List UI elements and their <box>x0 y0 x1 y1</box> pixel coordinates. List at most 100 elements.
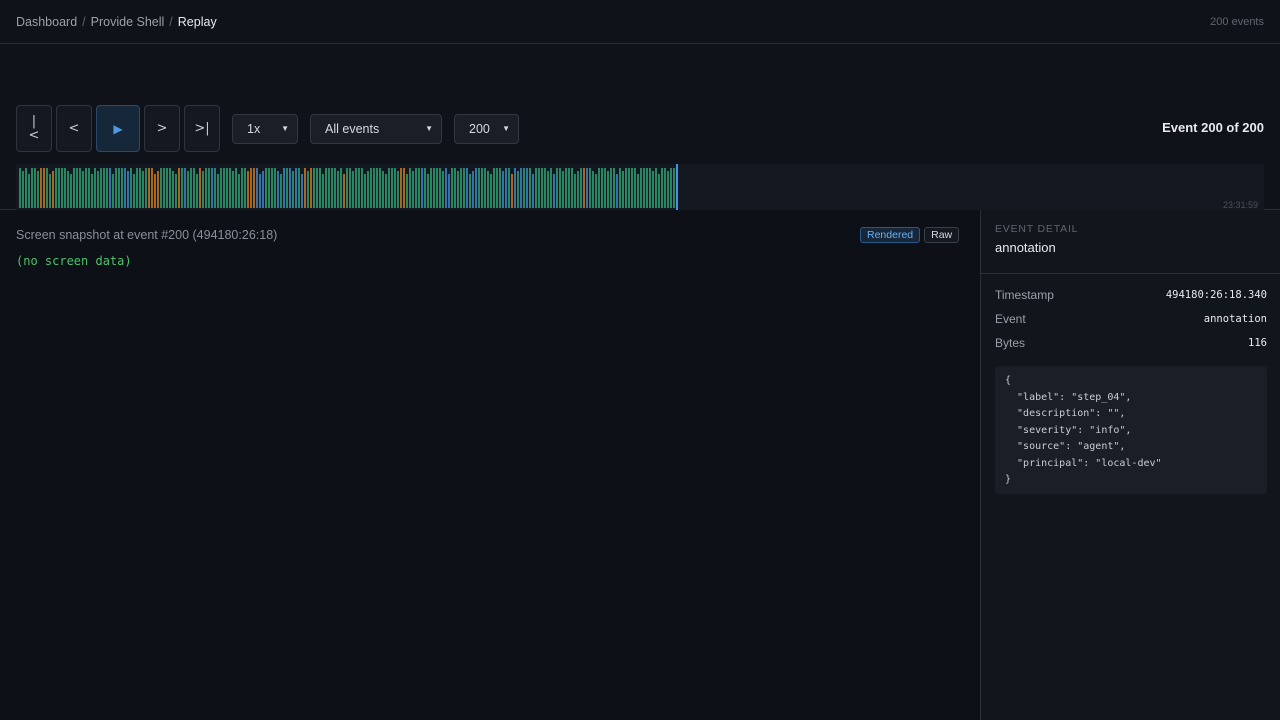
breadcrumb-dashboard[interactable]: Dashboard <box>16 15 77 29</box>
timeline-event-bar <box>331 168 333 208</box>
detail-key: Event <box>995 312 1026 326</box>
timeline-event-bar <box>379 168 381 208</box>
tab-rendered[interactable]: Rendered <box>860 227 921 243</box>
timeline-event-bar <box>667 171 669 208</box>
detail-section-label: EVENT DETAIL <box>995 223 1079 235</box>
timeline-event-bar <box>151 168 153 208</box>
timeline-event-bar <box>532 174 534 208</box>
timeline-event-bar <box>259 174 261 208</box>
timeline-event-bar <box>475 168 477 208</box>
timeline-event-bar <box>160 168 162 208</box>
timeline-event-bar <box>571 168 573 208</box>
main-area: Screen snapshot at event #200 (494180:26… <box>0 210 1280 720</box>
detail-value: 494180:26:18.340 <box>1165 289 1267 301</box>
timeline-event-bar <box>670 168 672 208</box>
timeline-event-bar <box>145 168 147 208</box>
timeline-event-bar <box>592 171 594 208</box>
timeline-event-bar <box>487 171 489 208</box>
timeline-event-bar <box>502 171 504 208</box>
tab-raw[interactable]: Raw <box>924 227 960 243</box>
timeline-event-bar <box>382 171 384 208</box>
timeline-event-bar <box>268 168 270 208</box>
timeline-event-bar <box>514 168 516 208</box>
snapshot-view-tabs: Rendered Raw <box>860 227 960 243</box>
timeline-event-bar <box>25 168 27 208</box>
timeline-event-bar <box>412 171 414 208</box>
timeline-event-bar <box>445 168 447 208</box>
timeline-event-bar <box>235 168 237 208</box>
timeline-event-bar <box>136 168 138 208</box>
timeline-event-bar <box>646 168 648 208</box>
timeline-event-bar <box>130 168 132 208</box>
timeline-event-bar <box>271 168 273 208</box>
timeline-event-bar <box>31 168 33 208</box>
timeline-event-bar <box>535 168 537 208</box>
timeline-event-bar <box>637 174 639 208</box>
timeline-event-bar <box>481 168 483 208</box>
breadcrumb-provide-shell[interactable]: Provide Shell <box>91 15 165 29</box>
timeline-event-bar <box>334 168 336 208</box>
timeline-event-bar <box>76 168 78 208</box>
timeline-event-bar <box>301 174 303 208</box>
timeline-event-bar <box>244 168 246 208</box>
timeline-event-bar <box>241 168 243 208</box>
chevron-down-icon: ▼ <box>425 124 433 133</box>
timeline-event-bar <box>424 168 426 208</box>
timeline-event-bar <box>634 168 636 208</box>
step-back-button[interactable]: < <box>56 105 92 152</box>
timeline-event-bar <box>289 168 291 208</box>
timeline-event-bar <box>523 168 525 208</box>
timeline-event-bar <box>610 168 612 208</box>
speed-select[interactable]: 1x ▼ <box>232 113 298 144</box>
timeline-event-bar <box>598 168 600 208</box>
step-forward-button[interactable]: > <box>144 105 180 152</box>
jump-to-end-button[interactable]: >| <box>184 105 220 152</box>
timeline-event-bar <box>517 171 519 208</box>
detail-value: annotation <box>1203 313 1267 325</box>
event-timeline[interactable]: 23:31:59 <box>16 164 1264 212</box>
jump-to-start-button[interactable]: | < <box>16 105 52 152</box>
timeline-event-bar <box>448 174 450 208</box>
timeline-event-bar <box>184 168 186 208</box>
timeline-event-bar <box>625 168 627 208</box>
timeline-event-bar <box>157 171 159 208</box>
timeline-event-bar <box>97 171 99 208</box>
event-filter-select[interactable]: All events ▼ <box>310 113 442 144</box>
event-limit-select[interactable]: 200 ▼ <box>454 113 519 144</box>
timeline-event-bar <box>577 171 579 208</box>
timeline-event-bar <box>115 168 117 208</box>
timeline-event-bar <box>565 168 567 208</box>
timeline-event-bar <box>58 168 60 208</box>
timeline-event-bar <box>256 168 258 208</box>
timeline-event-bar <box>436 168 438 208</box>
timeline-event-bar <box>340 168 342 208</box>
timeline-event-bar <box>127 171 129 208</box>
timeline-event-bar <box>673 168 675 208</box>
play-button[interactable]: ▶ <box>96 105 140 152</box>
timeline-event-bar <box>505 168 507 208</box>
timeline-event-bar <box>85 168 87 208</box>
timeline-event-bar <box>418 168 420 208</box>
timeline-playhead[interactable] <box>676 164 678 212</box>
timeline-event-bar <box>175 174 177 208</box>
timeline-event-bar <box>61 168 63 208</box>
timeline-event-bar <box>64 168 66 208</box>
timeline-event-bar <box>589 168 591 208</box>
timeline-event-bar <box>433 168 435 208</box>
timeline-event-bar <box>154 174 156 208</box>
timeline-event-bar <box>529 168 531 208</box>
timeline-event-bar <box>265 168 267 208</box>
breadcrumb-separator: / <box>169 14 173 29</box>
timeline-event-bar <box>478 168 480 208</box>
detail-row-bytes: Bytes 116 <box>995 336 1267 350</box>
timeline-event-bar <box>316 168 318 208</box>
timeline-event-bar <box>262 171 264 208</box>
timeline-event-bar <box>187 171 189 208</box>
timeline-event-bar <box>343 174 345 208</box>
timeline-event-bar <box>376 168 378 208</box>
filter-value: All events <box>325 121 380 136</box>
timeline-event-bar <box>43 168 45 208</box>
timeline-event-bar <box>142 171 144 208</box>
timeline-event-bar <box>559 168 561 208</box>
timeline-event-bar <box>226 168 228 208</box>
